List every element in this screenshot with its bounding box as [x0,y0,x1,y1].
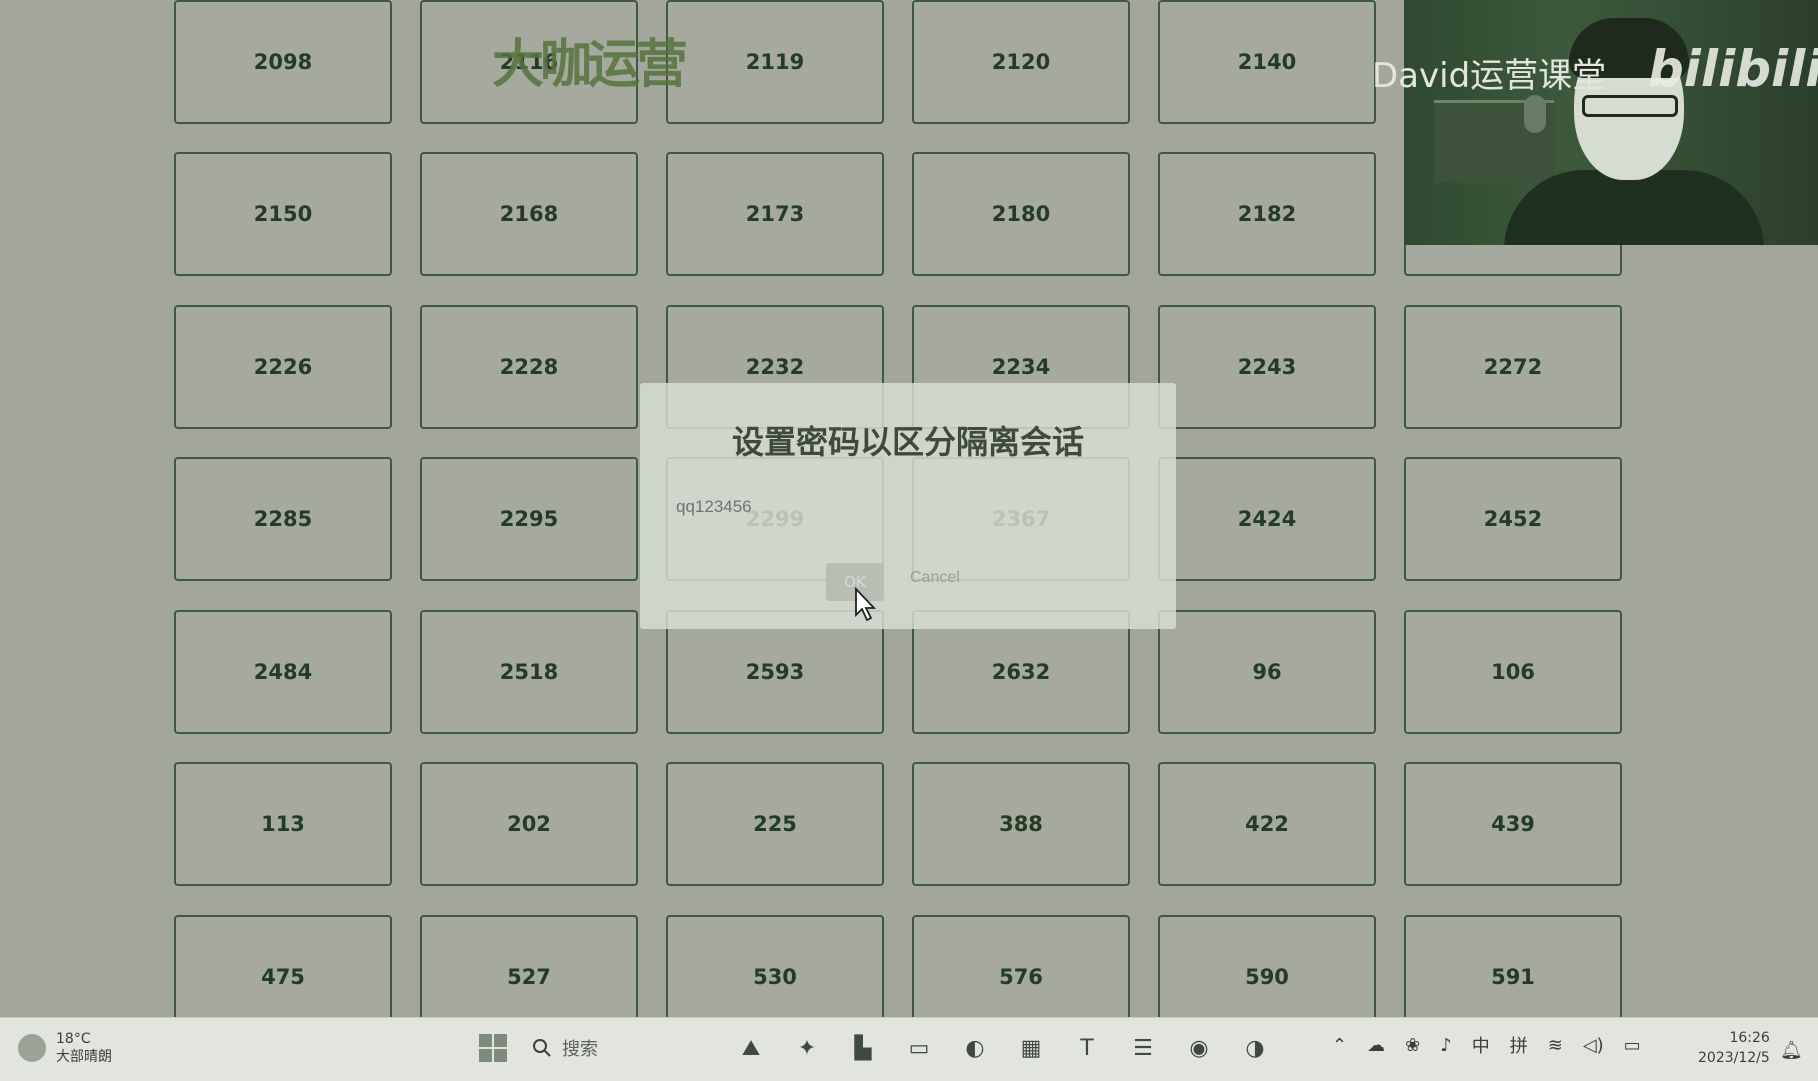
onedrive-icon[interactable]: ☁ [1367,1035,1385,1056]
session-tile[interactable]: 2518 [420,610,638,734]
weather-widget[interactable]: 18°C 大部晴朗 [18,1030,112,1066]
system-tray: ⌃ ☁ ❀ ♪ 中 拼 ≋ ◁) ▭ [1332,1032,1641,1058]
session-tile[interactable]: 113 [174,762,392,886]
session-tile[interactable]: 388 [912,762,1130,886]
session-tile[interactable]: 2226 [174,305,392,429]
cat-icon[interactable]: ❀ [1405,1035,1420,1056]
session-tile[interactable]: 2285 [174,457,392,581]
search-icon [533,1039,551,1057]
session-tile[interactable]: 2140 [1158,0,1376,124]
session-tile[interactable]: 106 [1404,610,1622,734]
cancel-button[interactable]: Cancel [910,569,960,587]
mouse-cursor-icon [855,587,877,622]
session-tile[interactable]: 202 [420,762,638,886]
copilot-icon[interactable]: ✦ [790,1032,824,1064]
store-icon[interactable]: ▦ [1014,1032,1048,1064]
session-tile[interactable]: 2168 [420,152,638,276]
watermark-logo: 大咖运营 [492,35,688,95]
session-tile[interactable]: 2150 [174,152,392,276]
session-tile[interactable]: 2120 [912,0,1130,124]
edge-dev-icon[interactable]: ◑ [1238,1032,1272,1064]
session-tile[interactable]: 2182 [1158,152,1376,276]
taskbar: 18°C 大部晴朗 搜索 ⛰ ✦ ▙ ▭ ◐ ▦ T ☰ ◉ ◑ ⌃ ☁ ❀ ♪… [0,1017,1818,1081]
clock-date: 2023/12/5 [1698,1050,1770,1066]
dialog-title: 设置密码以区分隔离会话 [731,423,1084,461]
taskbar-apps: 搜索 ⛰ ✦ ▙ ▭ ◐ ▦ T ☰ ◉ ◑ [476,1032,1272,1064]
notification-bell-icon[interactable]: 🔔︎ [1780,1040,1803,1061]
weather-icon [18,1034,46,1062]
session-tile[interactable]: 2452 [1404,457,1622,581]
session-tile[interactable]: 2272 [1404,305,1622,429]
webcam-overlay [1404,0,1818,245]
ime-lang[interactable]: 中 [1472,1032,1490,1058]
session-tile[interactable]: 225 [666,762,884,886]
session-tile[interactable]: 2424 [1158,457,1376,581]
microphone-icon[interactable]: ♪ [1440,1035,1452,1056]
folder-icon[interactable]: ▭ [902,1032,936,1064]
clock[interactable]: 16:26 2023/12/5 [1698,1028,1770,1068]
session-tile[interactable]: 2098 [174,0,392,124]
session-tile[interactable]: 2295 [420,457,638,581]
weather-temp: 18°C [56,1031,91,1047]
search-label: 搜索 [562,1039,598,1060]
remote-session-grid-page: 2098 2116 2119 2120 2140 2150 2168 2173 2180 2182… [0,0,1818,1039]
start-icon[interactable] [476,1032,510,1064]
session-tile[interactable]: 2484 [174,610,392,734]
typora-icon[interactable]: T [1070,1032,1104,1064]
notepad-icon[interactable]: ☰ [1126,1032,1160,1064]
landscape-widget-icon[interactable]: ⛰ [734,1032,768,1064]
microphone [1524,95,1546,133]
password-input[interactable] [676,491,1136,523]
webcam-label: David运营课堂 [1372,56,1607,96]
chevron-up-icon[interactable]: ⌃ [1332,1035,1347,1056]
volume-icon[interactable]: ◁) [1583,1035,1604,1056]
session-tile[interactable]: 2173 [666,152,884,276]
presenter-glasses [1582,95,1678,117]
session-tile[interactable]: 439 [1404,762,1622,886]
taskbar-search[interactable]: 搜索 [532,1032,712,1064]
session-tile[interactable]: 96 [1158,610,1376,734]
session-tile[interactable]: 2180 [912,152,1130,276]
weather-desc: 大部晴朗 [56,1049,112,1065]
session-tile[interactable]: 422 [1158,762,1376,886]
chrome-icon[interactable]: ◉ [1182,1032,1216,1064]
edge-icon[interactable]: ◐ [958,1032,992,1064]
password-dialog: 设置密码以区分隔离会话 OK Cancel [640,383,1176,629]
session-tile[interactable]: 2228 [420,305,638,429]
bilibili-logo: bilibili [1648,40,1818,98]
presenter-body [1504,170,1764,245]
clock-time: 16:26 [1729,1030,1770,1046]
session-tile[interactable]: 2119 [666,0,884,124]
ime-mode[interactable]: 拼 [1510,1032,1528,1058]
wifi-icon[interactable]: ≋ [1548,1035,1563,1056]
session-tile[interactable]: 2243 [1158,305,1376,429]
battery-icon[interactable]: ▭ [1624,1035,1641,1056]
terminal-icon[interactable]: ▙ [846,1032,880,1064]
